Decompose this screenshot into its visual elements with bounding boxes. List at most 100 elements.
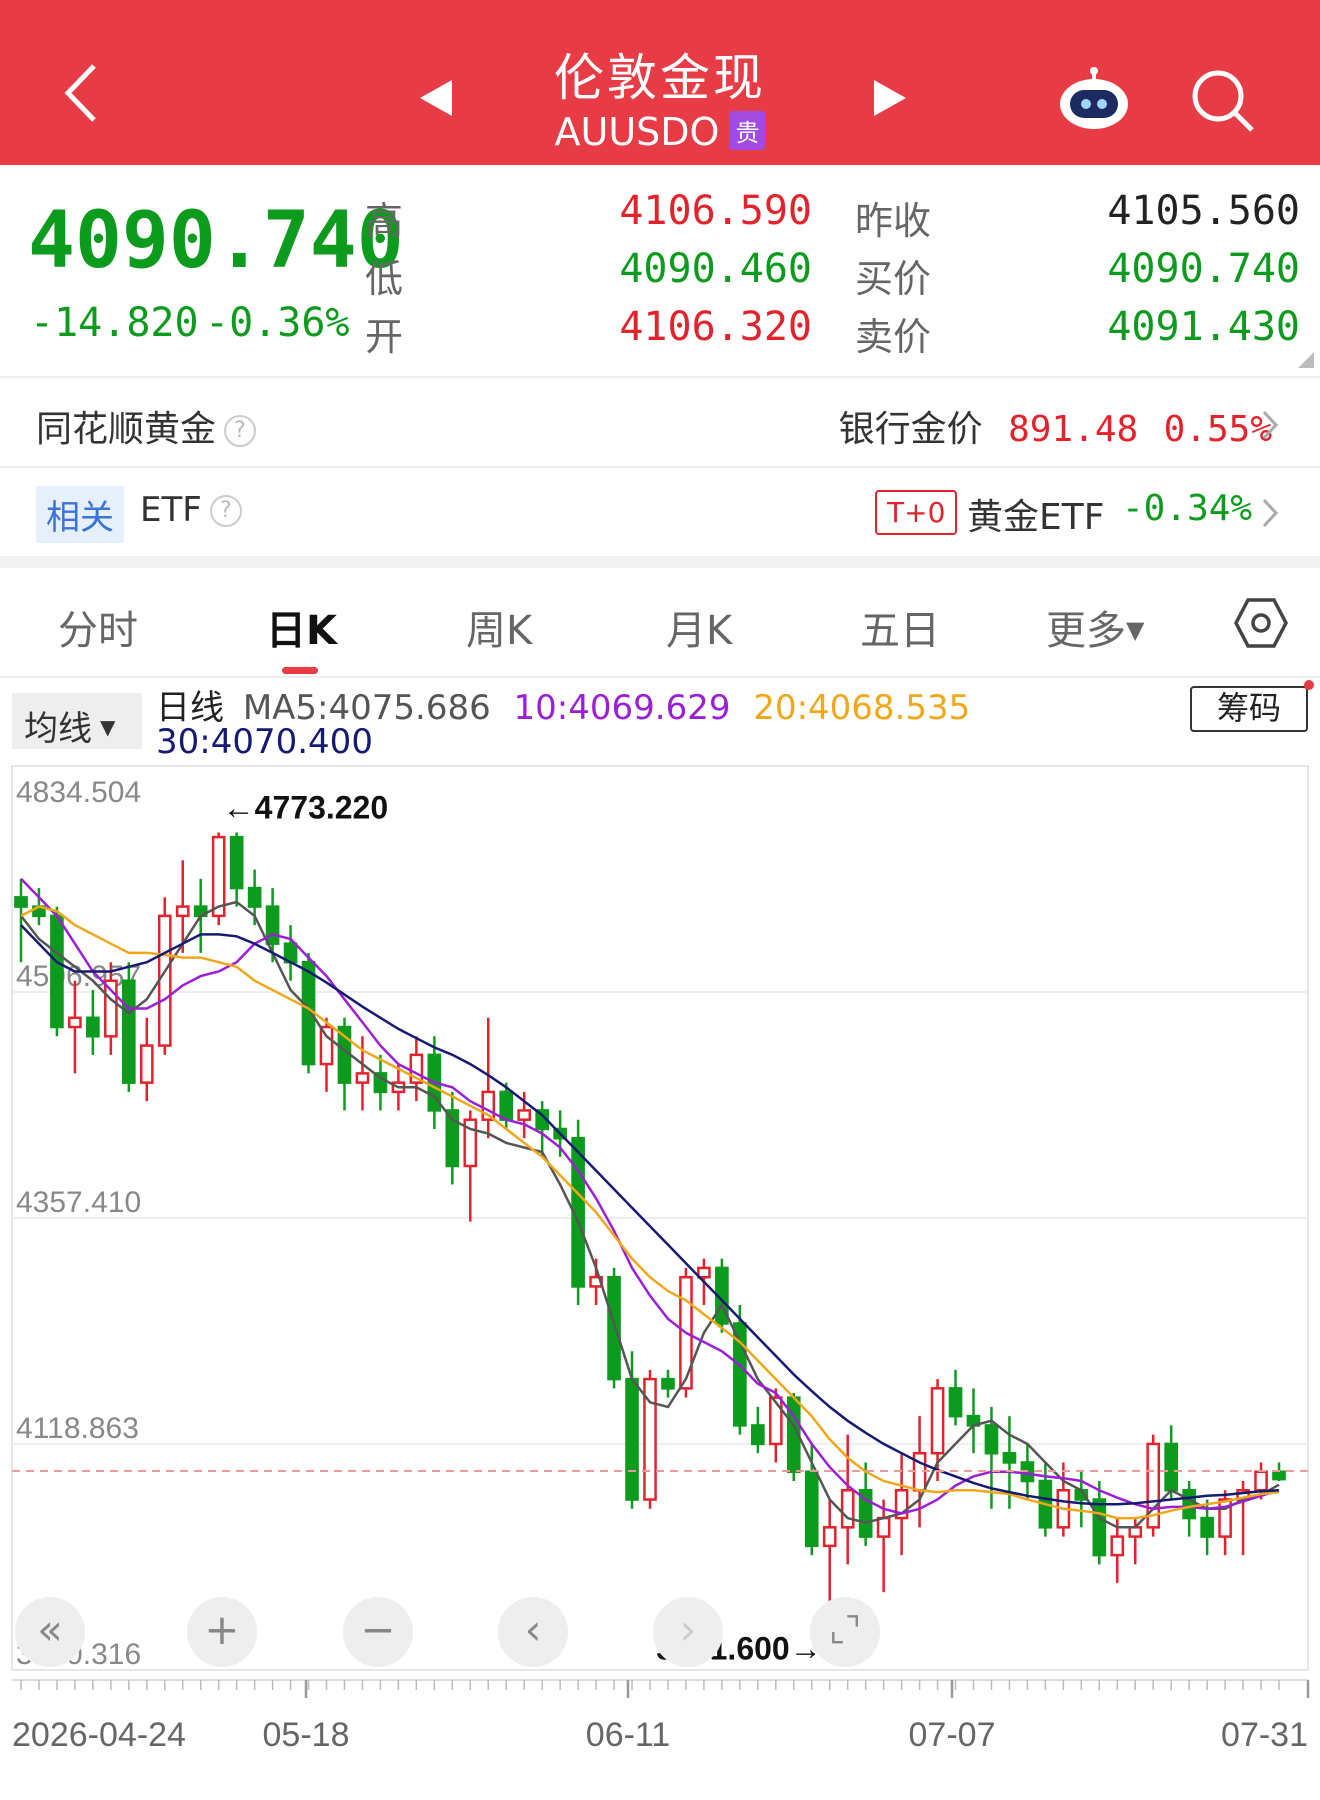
candle-body bbox=[948, 1387, 963, 1418]
x-tick-label: 07-31 bbox=[1221, 1716, 1308, 1754]
candle-body bbox=[175, 905, 190, 918]
symbol-code: AUUSDO bbox=[554, 110, 720, 154]
candle-body bbox=[751, 1424, 765, 1446]
chart-settings-icon[interactable] bbox=[1234, 598, 1288, 648]
next-symbol-icon[interactable] bbox=[872, 78, 908, 118]
high-label: 高 bbox=[365, 199, 404, 243]
ask-value: 4091.430 bbox=[1107, 304, 1300, 350]
bank-gold-label: 银行金价 bbox=[838, 409, 983, 450]
tab-intraday[interactable]: 分时 bbox=[58, 598, 138, 656]
candle-body bbox=[499, 1090, 514, 1121]
scroll-left-button[interactable]: ‹ bbox=[498, 1597, 568, 1667]
caret-down-icon: ▼ bbox=[100, 715, 116, 739]
candle-body bbox=[1164, 1442, 1179, 1492]
ma20-legend: 20:4068.535 bbox=[753, 688, 971, 728]
candle-body bbox=[876, 1516, 891, 1538]
tab-five-day[interactable]: 五日 bbox=[860, 598, 940, 656]
gold-index-row[interactable]: 同花顺黄金? bbox=[36, 400, 257, 452]
caret-down-icon: ▼ bbox=[1126, 616, 1145, 644]
high-value: 4106.590 bbox=[619, 188, 812, 234]
notification-dot bbox=[1304, 680, 1314, 690]
ask-label: 卖价 bbox=[855, 315, 932, 359]
candle-body bbox=[661, 1377, 675, 1390]
bank-gold-price[interactable]: 银行金价 891.48 0.55% bbox=[839, 400, 1272, 452]
x-tick-label: 06-11 bbox=[586, 1716, 670, 1754]
price-change-pct: -0.36% bbox=[205, 300, 350, 346]
candle-body bbox=[822, 1526, 837, 1548]
prev-close-value: 4105.560 bbox=[1107, 188, 1300, 234]
bid-label: 买价 bbox=[855, 257, 932, 301]
open-value: 4106.320 bbox=[619, 304, 812, 350]
max-price-label: ←4773.220 bbox=[223, 789, 388, 825]
x-tick-label: 07-07 bbox=[909, 1716, 996, 1754]
candle-body bbox=[86, 1016, 100, 1038]
candle-body bbox=[121, 979, 136, 1084]
divider bbox=[0, 676, 1320, 678]
bank-gold-value: 891.48 bbox=[1008, 409, 1139, 450]
tab-monthly-k[interactable]: 月K bbox=[666, 598, 732, 656]
expand-corner-icon[interactable] bbox=[1298, 352, 1314, 368]
help-icon[interactable]: ? bbox=[209, 495, 242, 527]
candle-body bbox=[319, 1025, 334, 1066]
candle-body bbox=[1128, 1526, 1143, 1538]
candle-body bbox=[1002, 1451, 1017, 1464]
precious-metal-badge: 贵 bbox=[729, 111, 766, 150]
gold-etf-pct: -0.34% bbox=[1122, 488, 1253, 529]
help-icon[interactable]: ? bbox=[224, 415, 257, 447]
rewind-icon[interactable]: « bbox=[15, 1597, 85, 1667]
candle-body bbox=[355, 1072, 370, 1084]
candle-body bbox=[14, 896, 28, 908]
tab-more[interactable]: 更多▼ bbox=[1046, 598, 1144, 656]
candle-body bbox=[804, 1470, 819, 1548]
header-bar: 伦敦金现 AUUSDO 贵 bbox=[0, 0, 1320, 165]
candle-body bbox=[211, 835, 226, 918]
x-tick-label: 2026-04-24 bbox=[12, 1716, 186, 1754]
candle-body bbox=[517, 1109, 532, 1121]
bid-value: 4090.740 bbox=[1107, 246, 1300, 292]
tab-weekly-k[interactable]: 周K bbox=[466, 598, 532, 656]
candle-body bbox=[984, 1424, 999, 1455]
candle-body bbox=[247, 886, 262, 908]
related-tag: 相关 bbox=[36, 486, 124, 543]
tab-daily-k[interactable]: 日K bbox=[266, 598, 337, 656]
candle-body bbox=[840, 1489, 855, 1529]
last-price: 4090.740 bbox=[28, 196, 404, 286]
candle-body bbox=[768, 1396, 783, 1446]
candle-body bbox=[1092, 1498, 1107, 1557]
y-tick-label: 4118.863 bbox=[16, 1412, 139, 1445]
open-label: 开 bbox=[365, 315, 404, 359]
ma30-legend: 30:4070.400 bbox=[156, 722, 373, 762]
candle-body bbox=[157, 914, 172, 1047]
chevron-right-icon[interactable] bbox=[1260, 496, 1280, 530]
candle-body bbox=[68, 1016, 82, 1029]
candle-body bbox=[1182, 1489, 1196, 1520]
zoom-in-button[interactable]: + bbox=[187, 1597, 257, 1667]
ma-selector[interactable]: 均线 ▼ bbox=[12, 693, 142, 749]
low-label: 低 bbox=[365, 257, 404, 301]
etf-row[interactable]: ETF? bbox=[140, 490, 242, 530]
zoom-out-button[interactable]: − bbox=[343, 1597, 413, 1667]
robot-assistant-icon[interactable] bbox=[1054, 66, 1134, 132]
x-tick-label: 05-18 bbox=[263, 1716, 350, 1754]
candle-body bbox=[50, 914, 64, 1029]
candle-body bbox=[607, 1275, 621, 1381]
divider bbox=[0, 376, 1320, 378]
search-icon[interactable] bbox=[1190, 68, 1256, 134]
scroll-right-button[interactable]: › bbox=[653, 1597, 723, 1667]
candle-body bbox=[1272, 1470, 1286, 1481]
t0-badge: T+0 bbox=[875, 490, 958, 535]
chevron-right-icon[interactable] bbox=[1260, 408, 1280, 442]
y-tick-label: 4357.410 bbox=[16, 1186, 141, 1219]
gold-etf-label[interactable]: 黄金ETF bbox=[967, 488, 1104, 540]
gold-index-name: 同花顺黄金 bbox=[36, 409, 217, 450]
divider bbox=[0, 466, 1320, 468]
price-change: -14.820 bbox=[30, 300, 199, 346]
section-gap bbox=[0, 556, 1320, 568]
fullscreen-icon[interactable]: ⌞⌝ bbox=[810, 1597, 880, 1667]
y-tick-label: 4834.504 bbox=[16, 776, 141, 809]
candle-body bbox=[139, 1044, 154, 1084]
candle-body bbox=[625, 1377, 639, 1501]
low-value: 4090.460 bbox=[619, 246, 812, 292]
candle-body bbox=[229, 835, 244, 890]
chips-button[interactable]: 筹码 bbox=[1190, 686, 1308, 732]
